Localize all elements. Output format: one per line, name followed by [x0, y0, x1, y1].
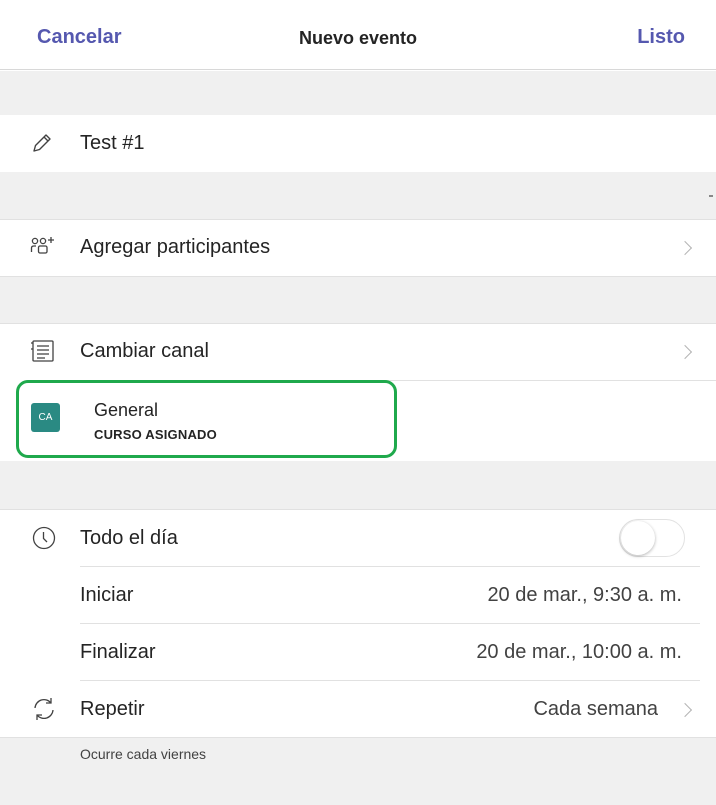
end-value[interactable]: 20 de mar., 10:00 a. m.: [476, 641, 682, 664]
start-value[interactable]: 20 de mar., 9:30 a. m.: [487, 584, 682, 607]
channel-list-icon: [31, 340, 54, 362]
section-gap: [0, 172, 716, 219]
title-row[interactable]: Test #1: [0, 115, 716, 172]
chevron-right-icon: [677, 702, 693, 718]
end-row[interactable]: Finalizar 20 de mar., 10:00 a. m.: [0, 624, 716, 680]
add-participants-row[interactable]: Agregar participantes: [0, 219, 716, 276]
done-button[interactable]: Listo: [637, 26, 685, 49]
all-day-row: Todo el día: [0, 509, 716, 566]
nav-bar: Cancelar Nuevo evento Listo: [0, 0, 716, 70]
chevron-right-icon: [677, 240, 693, 256]
all-day-toggle[interactable]: [619, 519, 685, 557]
repeat-icon: [34, 698, 54, 720]
all-day-label: Todo el día: [80, 527, 178, 549]
pencil-icon: [33, 134, 51, 152]
add-people-icon: [30, 237, 54, 254]
start-label: Iniciar: [80, 584, 134, 606]
change-channel-label: Cambiar canal: [80, 340, 209, 362]
clock-icon: [32, 526, 56, 550]
add-participants-label: Agregar participantes: [80, 236, 271, 258]
start-row[interactable]: Iniciar 20 de mar., 9:30 a. m.: [0, 567, 716, 623]
change-channel-row[interactable]: Cambiar canal: [0, 323, 716, 380]
section-gap: [0, 276, 716, 323]
highlight-box: [16, 380, 397, 458]
chevron-right-icon: [677, 344, 693, 360]
title-input[interactable]: Test #1: [80, 132, 144, 155]
repeat-note: Ocurre cada viernes: [80, 746, 207, 762]
toggle-knob: [621, 521, 655, 555]
section-gap: [0, 461, 716, 509]
end-label: Finalizar: [80, 641, 156, 663]
repeat-value: Cada semana: [533, 698, 658, 720]
repeat-label: Repetir: [80, 698, 145, 720]
repeat-row[interactable]: Repetir Cada semana: [0, 681, 716, 737]
page-title: Nuevo evento: [298, 28, 418, 48]
edge-mark: [709, 195, 713, 197]
section-gap: [0, 71, 716, 115]
